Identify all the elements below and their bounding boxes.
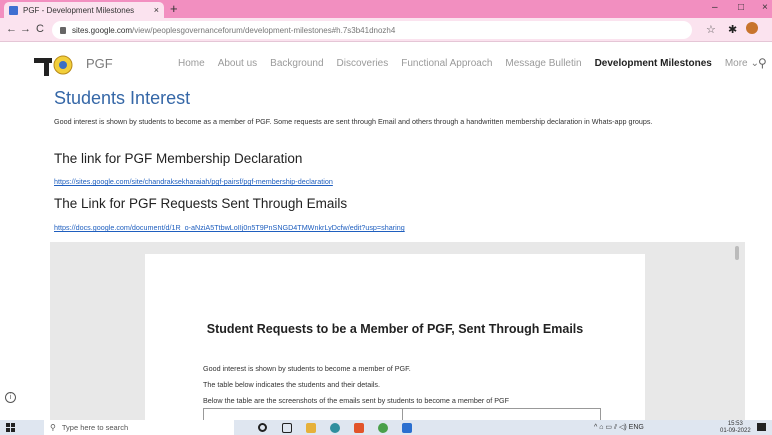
notification-icon[interactable] bbox=[757, 423, 766, 431]
site-name[interactable]: PGF bbox=[86, 56, 113, 71]
search-icon[interactable]: ⚲ bbox=[758, 56, 767, 70]
membership-declaration-link[interactable]: https://sites.google.com/site/chandrakse… bbox=[54, 177, 333, 186]
site-favicon-icon bbox=[9, 5, 18, 15]
document-title: Student Requests to be a Member of PGF, … bbox=[206, 322, 584, 336]
email-requests-heading: The Link for PGF Requests Sent Through E… bbox=[54, 196, 348, 211]
nav-item-message-bulletin[interactable]: Message Bulletin bbox=[505, 58, 581, 69]
pgf-logo-icon[interactable] bbox=[34, 54, 74, 76]
minimize-button[interactable]: – bbox=[712, 2, 718, 13]
search-icon: ⚲ bbox=[50, 423, 56, 432]
students-interest-paragraph: Good interest is shown by students to be… bbox=[54, 117, 653, 126]
url-host: sites.google.com bbox=[72, 25, 133, 35]
taskbar-search-field[interactable]: ⚲ Type here to search bbox=[44, 420, 234, 435]
embed-scrollbar[interactable] bbox=[735, 246, 739, 260]
nav-item-about-us[interactable]: About us bbox=[218, 58, 257, 69]
site-header: PGF Home About us Background Discoveries Fun… bbox=[0, 42, 772, 88]
windows-taskbar: ⚲ Type here to search ^ ⌂ ▭ ⫽ ◁) ENG 15:… bbox=[0, 420, 772, 435]
nav-item-functional-approach[interactable]: Functional Approach bbox=[401, 58, 492, 69]
back-button[interactable]: ← bbox=[6, 23, 17, 35]
nav-item-background[interactable]: Background bbox=[270, 58, 323, 69]
nav-item-development-milestones[interactable]: Development Milestones bbox=[595, 58, 712, 69]
word-icon[interactable] bbox=[402, 423, 412, 433]
extensions-puzzle-icon[interactable]: ✱ bbox=[728, 23, 737, 36]
students-interest-heading: Students Interest bbox=[54, 88, 191, 108]
document-line: Below the table are the screenshots of t… bbox=[203, 396, 510, 405]
page-content: Students Interest Good interest is shown… bbox=[0, 88, 772, 425]
nav-item-home[interactable]: Home bbox=[178, 58, 205, 69]
window-close-button[interactable]: × bbox=[762, 2, 768, 13]
taskbar-clock[interactable]: 15:53 01-09-2022 bbox=[720, 421, 751, 435]
forward-button[interactable]: → bbox=[20, 23, 31, 35]
membership-declaration-heading: The link for PGF Membership Declaration bbox=[54, 151, 303, 166]
new-tab-button[interactable]: + bbox=[170, 1, 178, 16]
clock-time: 15:53 bbox=[727, 421, 743, 427]
office-icon[interactable] bbox=[354, 423, 364, 433]
clock-date: 01-09-2022 bbox=[720, 428, 751, 434]
file-explorer-icon[interactable] bbox=[306, 423, 316, 433]
document-page: Student Requests to be a Member of PGF, … bbox=[145, 254, 645, 425]
reload-button[interactable]: C bbox=[36, 23, 44, 35]
system-tray[interactable]: ^ ⌂ ▭ ⫽ ◁) ENG bbox=[594, 423, 644, 432]
tab-close-icon[interactable]: × bbox=[154, 5, 159, 15]
browser-tab[interactable]: PGF - Development Milestones × bbox=[4, 2, 164, 18]
document-line: The table below indicates the students a… bbox=[203, 380, 381, 389]
document-line: Good interest is shown by students to be… bbox=[203, 364, 411, 373]
site-navigation: Home About us Background Discoveries Functio… bbox=[178, 58, 759, 69]
windows-start-icon[interactable] bbox=[6, 423, 15, 432]
address-bar-row: ← → C sites.google.com/view/peoplesgover… bbox=[0, 18, 772, 42]
taskbar-search-placeholder: Type here to search bbox=[61, 423, 129, 432]
lock-icon bbox=[60, 26, 66, 34]
bookmark-star-icon[interactable]: ☆ bbox=[706, 23, 716, 36]
url-path: /view/peoplesgovernanceforum/development… bbox=[132, 25, 396, 35]
profile-avatar[interactable] bbox=[746, 22, 758, 34]
maximize-button[interactable]: □ bbox=[738, 2, 744, 13]
chrome-icon[interactable] bbox=[378, 423, 388, 433]
embedded-document-frame[interactable]: Student Requests to be a Member of PGF, … bbox=[50, 242, 745, 425]
cortana-icon[interactable] bbox=[258, 423, 267, 432]
browser-tab-strip: PGF - Development Milestones × + – □ × bbox=[0, 0, 772, 18]
task-view-icon[interactable] bbox=[282, 423, 292, 433]
nav-item-discoveries[interactable]: Discoveries bbox=[337, 58, 389, 69]
email-requests-link[interactable]: https://docs.google.com/document/d/1R_o-… bbox=[54, 223, 405, 232]
edge-icon[interactable] bbox=[330, 423, 340, 433]
info-icon[interactable]: i bbox=[5, 392, 16, 403]
url-field[interactable]: sites.google.com/view/peoplesgovernancef… bbox=[52, 21, 692, 39]
nav-item-more[interactable]: More bbox=[725, 58, 748, 69]
tab-title: PGF - Development Milestones bbox=[23, 5, 135, 15]
